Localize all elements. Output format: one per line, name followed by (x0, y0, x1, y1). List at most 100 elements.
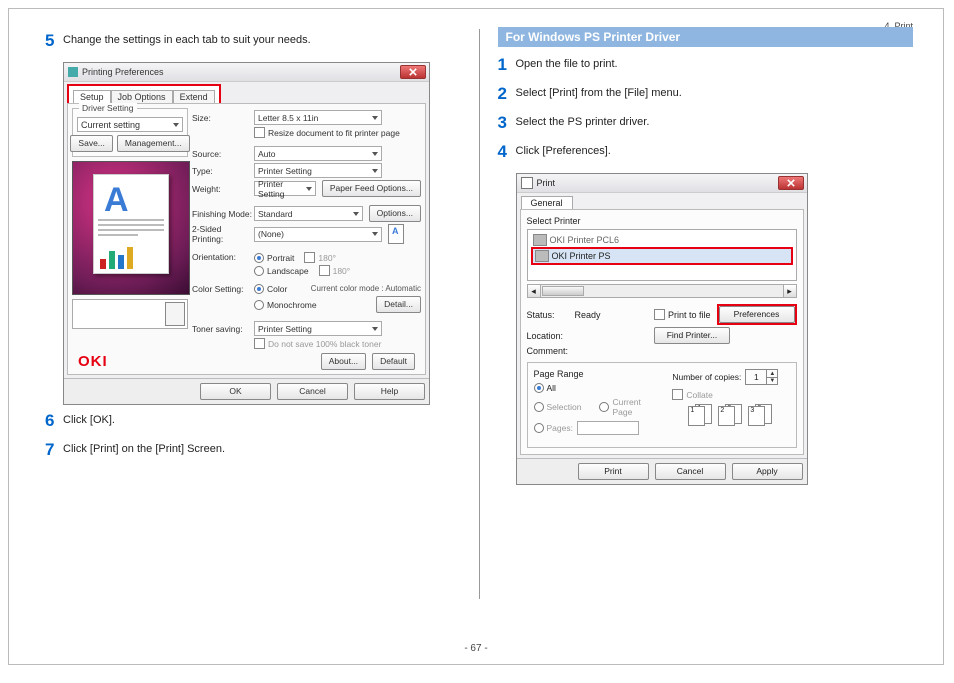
chevron-down-icon (372, 169, 378, 173)
toner-combo[interactable]: Printer Setting (254, 321, 382, 336)
paper-feed-button[interactable]: Paper Feed Options... (322, 180, 421, 197)
resize-checkbox[interactable] (254, 127, 265, 138)
orientation-row: Orientation: Portrait 180° Landscape 180… (192, 252, 421, 276)
toner-sub-checkbox[interactable] (254, 338, 265, 349)
window-title: Printing Preferences (82, 67, 164, 77)
pages-input[interactable] (577, 421, 639, 435)
titlebar[interactable]: Printing Preferences (64, 63, 429, 82)
management-button[interactable]: Management... (117, 135, 190, 152)
titlebar[interactable]: Print (517, 174, 807, 193)
paper-indicator (72, 299, 188, 329)
copies-value: 1 (746, 370, 767, 384)
chevron-down-icon (372, 327, 378, 331)
step-3: 3 Select the PS printer driver. (498, 115, 914, 134)
sheet-icon (165, 302, 185, 326)
weight-combo[interactable]: Printer Setting (254, 181, 316, 196)
combo-value: Current setting (81, 120, 140, 130)
settings-column: Size: Letter 8.5 x 11in Resize document … (192, 108, 421, 351)
color-mode-message: Current color mode : Automatic (311, 284, 421, 294)
range-all-radio[interactable] (534, 383, 544, 393)
preferences-button[interactable]: Preferences (719, 306, 795, 323)
printer-icon (535, 250, 549, 262)
collate-illustration: 11 22 33 (688, 404, 789, 424)
weight-label: Weight: (192, 184, 254, 194)
chevron-down-icon (306, 187, 312, 191)
landscape-radio[interactable] (254, 266, 264, 276)
horizontal-scrollbar[interactable]: ◂ ▸ (527, 284, 797, 298)
range-current-radio[interactable] (599, 402, 609, 412)
tab-general[interactable]: General (521, 196, 573, 209)
preferences-body: Driver Setting Current setting Save... M… (67, 103, 426, 375)
oki-logo: OKI (78, 353, 108, 370)
orientation-label: Orientation: (192, 252, 254, 262)
preview-sheet: A (93, 174, 169, 274)
right-column: For Windows PS Printer Driver 1 Open the… (480, 27, 914, 627)
printing-preferences-window: Printing Preferences Setup Job Options E… (63, 62, 430, 405)
print-to-file-option[interactable]: Print to file (654, 309, 711, 320)
step-text: Click [Print] on the [Print] Screen. (63, 442, 225, 456)
color-label: Color Setting: (192, 284, 254, 294)
printer-item-ps[interactable]: OKI Printer PS (531, 247, 793, 265)
copies-spinner[interactable]: 1 ▲▼ (745, 369, 778, 385)
default-button[interactable]: Default (372, 353, 415, 370)
two-sided-combo[interactable]: (None) (254, 227, 382, 242)
step-6: 6 Click [OK]. (45, 413, 461, 432)
source-combo[interactable]: Auto (254, 146, 382, 161)
tab-job-options[interactable]: Job Options (111, 90, 173, 103)
scroll-thumb[interactable] (542, 286, 584, 296)
tab-setup[interactable]: Setup (73, 90, 111, 103)
type-row: Type: Printer Setting (192, 163, 421, 178)
rot180-a-checkbox[interactable] (304, 252, 315, 263)
color-radio[interactable] (254, 284, 264, 294)
size-label: Size: (192, 113, 254, 123)
about-button[interactable]: About... (321, 353, 366, 370)
type-combo[interactable]: Printer Setting (254, 163, 382, 178)
printer-list[interactable]: OKI Printer PCL6 OKI Printer PS (527, 229, 797, 281)
close-button[interactable] (778, 176, 804, 190)
chevron-down-icon (353, 212, 359, 216)
ok-button[interactable]: OK (200, 383, 271, 400)
scroll-left-button[interactable]: ◂ (528, 285, 541, 297)
comment-label: Comment: (527, 346, 575, 356)
finishing-combo[interactable]: Standard (254, 206, 363, 221)
current-setting-combo[interactable]: Current setting (77, 117, 183, 132)
help-button[interactable]: Help (354, 383, 425, 400)
collate-checkbox[interactable] (672, 389, 683, 400)
spinner-arrows[interactable]: ▲▼ (767, 370, 777, 384)
range-pages-radio[interactable] (534, 423, 544, 433)
resize-row: Resize document to fit printer page (192, 127, 421, 138)
step-number: 2 (498, 83, 516, 105)
cancel-button[interactable]: Cancel (655, 463, 726, 480)
scroll-right-button[interactable]: ▸ (783, 285, 796, 297)
print-button[interactable]: Print (578, 463, 649, 480)
preferences-highlight: Preferences (717, 304, 797, 325)
portrait-radio[interactable] (254, 253, 264, 263)
mono-radio[interactable] (254, 300, 264, 310)
apply-button[interactable]: Apply (732, 463, 803, 480)
driver-setting-group: Driver Setting Current setting Save... M… (72, 108, 188, 157)
step-text: Click [OK]. (63, 413, 115, 427)
printer-icon (533, 234, 547, 246)
save-button[interactable]: Save... (70, 135, 112, 152)
range-selection-radio[interactable] (534, 402, 544, 412)
printer-item-pcl6[interactable]: OKI Printer PCL6 (531, 233, 793, 247)
close-button[interactable] (400, 65, 426, 79)
tab-extend[interactable]: Extend (173, 90, 215, 103)
cancel-button[interactable]: Cancel (277, 383, 348, 400)
step-5: 5 Change the settings in each tab to sui… (45, 33, 461, 52)
two-column-layout: 5 Change the settings in each tab to sui… (45, 27, 913, 627)
toner-sub-row: Do not save 100% black toner (192, 338, 421, 349)
options-button[interactable]: Options... (369, 205, 421, 222)
scroll-track[interactable] (585, 285, 783, 297)
print-to-file-checkbox[interactable] (654, 309, 665, 320)
toner-row: Toner saving: Printer Setting (192, 321, 421, 336)
location-label: Location: (527, 331, 575, 341)
step-1: 1 Open the file to print. (498, 57, 914, 76)
detail-button[interactable]: Detail... (376, 296, 421, 313)
size-combo[interactable]: Letter 8.5 x 11in (254, 110, 382, 125)
rot180-b-checkbox[interactable] (319, 265, 330, 276)
chevron-down-icon (372, 116, 378, 120)
find-printer-button[interactable]: Find Printer... (654, 327, 730, 344)
source-label: Source: (192, 149, 254, 159)
manual-page: 4. Print 5 Change the settings in each t… (8, 8, 944, 665)
